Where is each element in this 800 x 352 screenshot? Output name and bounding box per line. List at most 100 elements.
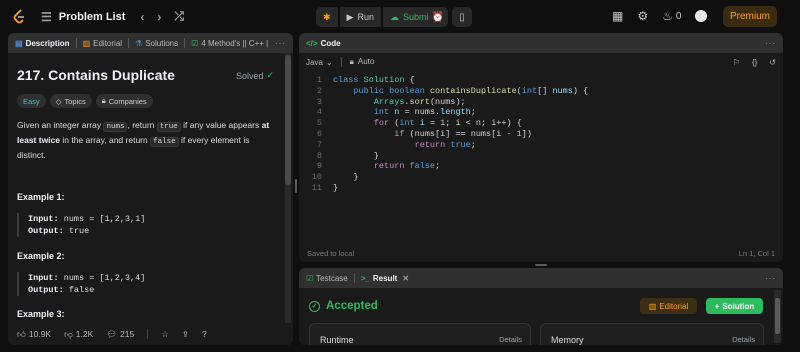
tab-solutions-label: Solutions xyxy=(145,38,179,48)
mode-label: Auto xyxy=(357,57,375,66)
tab-description[interactable]: ▤ Description xyxy=(15,39,70,48)
desc-text: Given an integer array xyxy=(17,120,104,130)
streak-count: 0 xyxy=(675,10,682,22)
code-line: } xyxy=(333,172,359,183)
runtime-card[interactable]: Runtime Details xyxy=(309,323,531,345)
code-line: int n = nums.length; xyxy=(373,107,476,118)
scrollbar-thumb[interactable] xyxy=(775,298,780,334)
line-number: 7 xyxy=(316,139,322,150)
code-line: if (nums[i] == nums[i - 1]) xyxy=(394,129,532,139)
star-icon[interactable]: ☆ xyxy=(161,329,169,340)
tab-code[interactable]: </> Code xyxy=(306,39,341,48)
runtime-label: Runtime xyxy=(320,335,354,345)
chevron-right-icon[interactable]: › xyxy=(157,10,161,24)
comments-button[interactable]: 💬︎ 215 xyxy=(106,329,134,340)
solved-badge: Solved ✓ xyxy=(236,70,274,81)
problem-list-nav: ☰ Problem List ‹ › ⤮ xyxy=(41,9,184,24)
line-number: 9 xyxy=(316,161,322,172)
leetcode-logo[interactable] xyxy=(13,9,26,24)
input-label: Input: xyxy=(28,214,59,224)
comment-icon: 💬︎ xyxy=(106,328,118,339)
layout-icon[interactable]: ▦ xyxy=(612,9,623,23)
scrollbar-thumb[interactable] xyxy=(285,55,291,185)
lock-icon: 🔒︎ xyxy=(349,57,354,66)
tag-icon: ◇ xyxy=(55,96,62,106)
tab-solution-article-label: 4 Method's || C++ | xyxy=(201,38,269,48)
line-number: 6 xyxy=(316,129,322,139)
language-select[interactable]: Java ⌄ xyxy=(306,58,333,67)
bug-icon: ✱ xyxy=(323,11,331,22)
shuffle-icon[interactable]: ⤮ xyxy=(174,9,184,24)
topics-pill[interactable]: ◇ Topics xyxy=(49,94,92,108)
editorial-button[interactable]: ▥ Editorial xyxy=(640,298,697,314)
avatar[interactable] xyxy=(695,10,708,22)
tab-divider xyxy=(128,38,130,48)
tab-testcase[interactable]: ☑ Testcase xyxy=(306,274,348,283)
description-panel: ▤ Description ▥ Editorial ⚗ Solutions ☑ … xyxy=(8,33,293,345)
play-icon: ▶ xyxy=(346,11,354,22)
more-icon[interactable]: ··· xyxy=(765,274,776,283)
code-line: public boolean containsDuplicate(int[] n… xyxy=(353,85,589,96)
timer-button[interactable]: ⏰ xyxy=(428,7,448,27)
tab-editorial[interactable]: ▥ Editorial xyxy=(83,39,122,48)
chevron-left-icon[interactable]: ‹ xyxy=(140,10,144,24)
splitter-grip[interactable] xyxy=(295,179,297,193)
tab-solutions[interactable]: ⚗ Solutions xyxy=(135,39,178,48)
notes-button[interactable]: ▯ xyxy=(452,7,472,27)
dislike-button[interactable]: 👎︎ 1.2K xyxy=(64,329,93,340)
line-number: 4 xyxy=(316,107,322,118)
runtime-details-link[interactable]: Details xyxy=(499,335,522,344)
more-icon[interactable]: ··· xyxy=(765,39,776,48)
run-button[interactable]: ▶ Run xyxy=(339,7,381,27)
top-right-icons: ▦ ⚙ ♨ 0 xyxy=(612,9,708,23)
bookmark-icon[interactable]: ⚐ xyxy=(733,58,740,67)
streak-counter[interactable]: ♨ 0 xyxy=(662,9,681,23)
help-icon[interactable]: ? xyxy=(202,329,207,339)
memory-card[interactable]: Memory Details xyxy=(540,323,764,345)
debug-button[interactable]: ✱ xyxy=(316,7,338,27)
companies-pill[interactable]: 🔒︎ Companies xyxy=(95,94,153,108)
solution-button[interactable]: + Solution xyxy=(706,298,763,314)
list-icon[interactable]: ☰ xyxy=(41,10,52,24)
desc-text: if any value appears xyxy=(180,120,262,130)
example-3-title: Example 3: xyxy=(17,309,65,319)
premium-button[interactable]: Premium xyxy=(723,6,777,27)
code-line: return true; xyxy=(414,139,476,150)
thumbs-up-icon: 👍︎ xyxy=(17,328,26,339)
memory-details-link[interactable]: Details xyxy=(732,335,755,344)
result-status: ✓ Accepted xyxy=(309,300,378,312)
tab-result[interactable]: >_ Result ✕ xyxy=(361,274,409,283)
like-button[interactable]: 👍︎ 10.9K xyxy=(17,329,51,340)
horizontal-splitter[interactable] xyxy=(299,264,783,267)
share-icon[interactable]: ⇪ xyxy=(182,329,189,340)
description-footer: 👍︎ 10.9K 👎︎ 1.2K 💬︎ 215 ☆ ⇪ ? xyxy=(8,323,293,345)
line-number: 5 xyxy=(316,118,322,129)
braces-icon[interactable]: {} xyxy=(752,58,757,67)
top-bar: ☰ Problem List ‹ › ⤮ ✱ ▶ Run ☁ Submit ⏰ … xyxy=(0,0,800,32)
autocomplete-toggle[interactable]: 🔒︎ Auto xyxy=(350,57,375,67)
editor-statusbar: Saved to local Ln 1, Col 1 xyxy=(299,249,783,261)
alarm-icon: ⏰ xyxy=(431,11,445,23)
problem-list-link[interactable]: Problem List xyxy=(59,11,126,23)
desc-code: nums xyxy=(103,122,128,132)
companies-label: Companies xyxy=(108,96,147,106)
solution-label: Solution xyxy=(722,301,755,311)
like-count: 10.9K xyxy=(28,329,52,339)
reset-icon[interactable]: ↺ xyxy=(769,58,776,67)
dislike-count: 1.2K xyxy=(75,329,94,339)
desc-text: in the array, and return xyxy=(60,135,151,145)
gear-icon[interactable]: ⚙ xyxy=(637,9,648,23)
line-number: 8 xyxy=(316,150,322,161)
more-icon[interactable]: ··· xyxy=(275,39,286,48)
line-number: 10 xyxy=(311,172,322,183)
code-editor[interactable]: 1 2 3 4 5 6 7 8 9 10 11 class Solution {… xyxy=(299,75,783,235)
tab-solution-article[interactable]: ☑ 4 Method's || C++ | xyxy=(191,39,268,48)
accepted-label: Accepted xyxy=(326,300,378,312)
difficulty-badge[interactable]: Easy xyxy=(17,94,46,108)
toolbar-divider xyxy=(340,57,342,67)
splitter-grip[interactable] xyxy=(535,264,547,266)
solved-label: Solved xyxy=(236,70,264,81)
close-icon[interactable]: ✕ xyxy=(402,274,409,283)
code-line: } xyxy=(333,183,339,193)
plus-icon: + xyxy=(714,301,720,311)
